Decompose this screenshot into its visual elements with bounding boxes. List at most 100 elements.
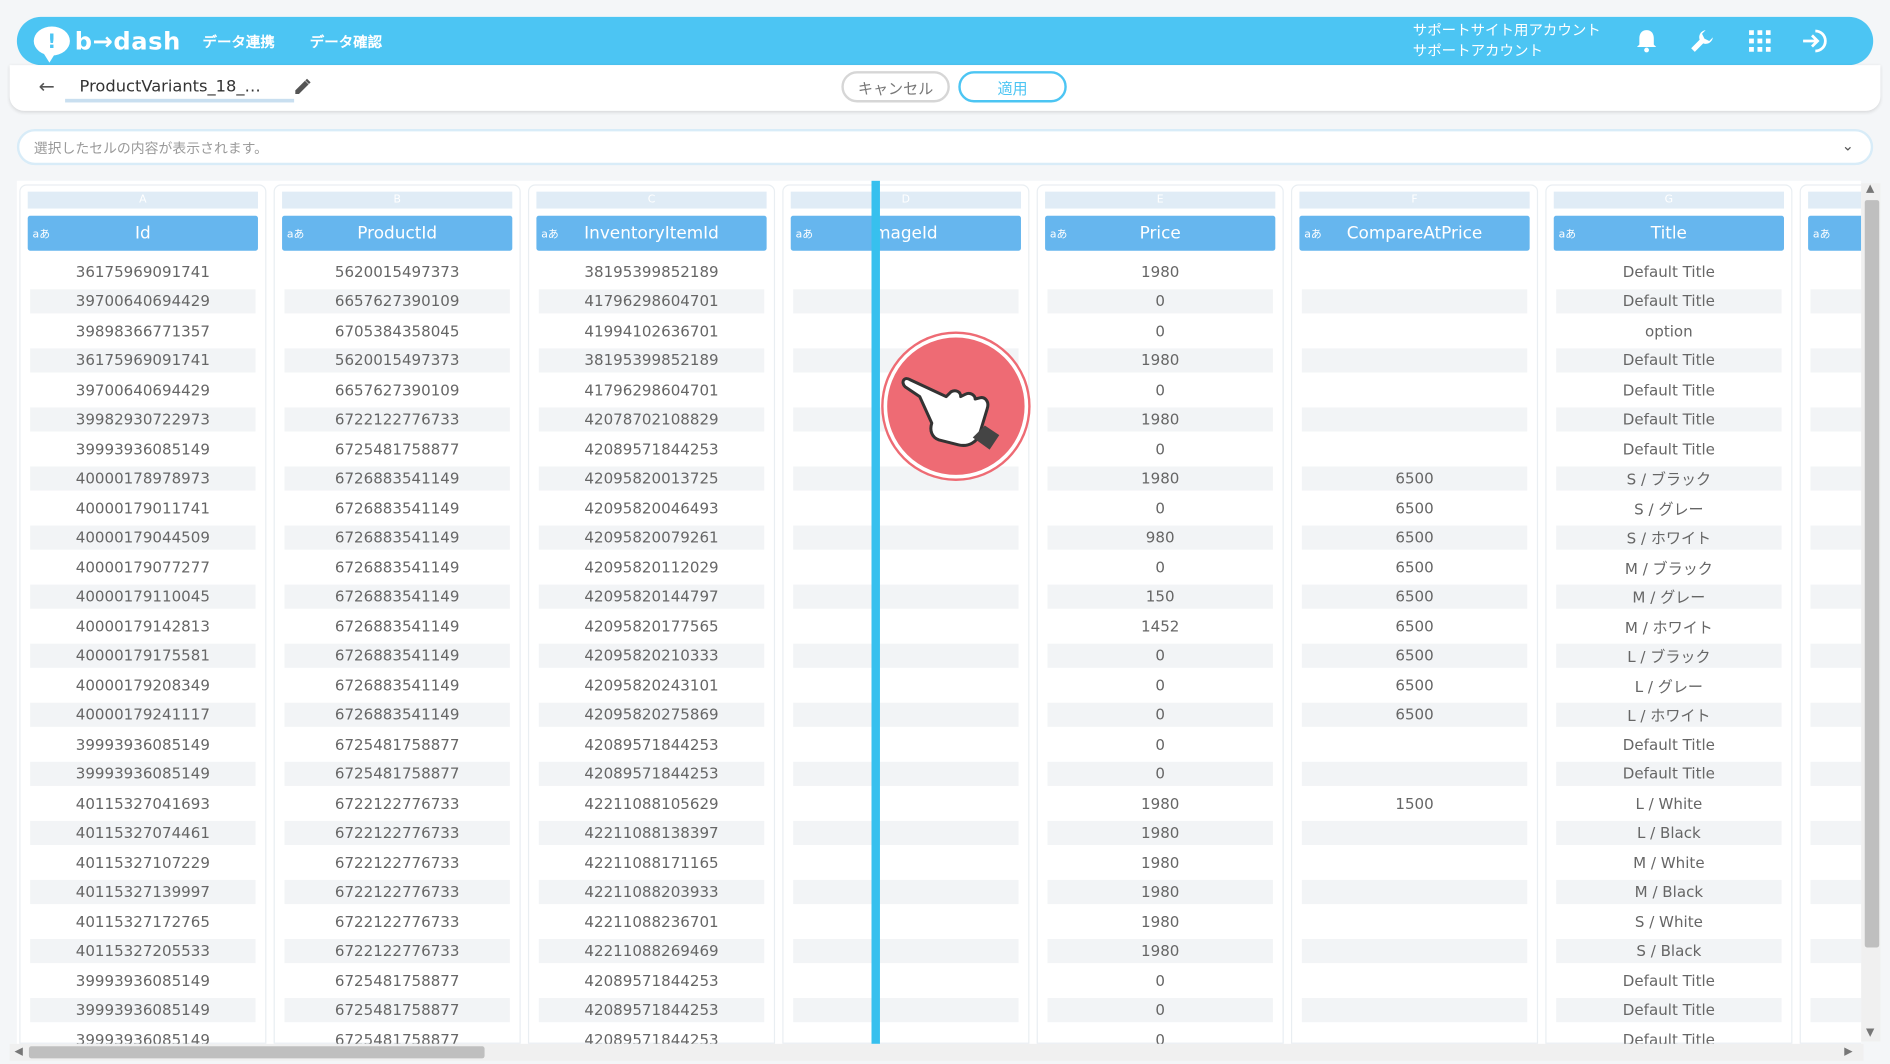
grid-cell[interactable]: 6500: [1302, 495, 1527, 519]
logout-icon[interactable]: [1801, 27, 1830, 56]
grid-cell[interactable]: 6722122776733: [284, 879, 510, 904]
pencil-edit-icon[interactable]: [294, 77, 311, 100]
grid-cell[interactable]: 5620015497373: [284, 259, 509, 283]
grid-cell[interactable]: 6500: [1301, 524, 1528, 550]
cell-content-bar[interactable]: 選択したセルの内容が表示されます。 ⌄: [16, 128, 1874, 166]
grid-cell[interactable]: 6725481758877: [284, 436, 509, 460]
grid-cell[interactable]: 6726883541149: [284, 584, 510, 609]
grid-cell[interactable]: 38195399852189: [538, 347, 765, 372]
column-header[interactable]: aあ: [1808, 215, 1862, 251]
grid-cell[interactable]: 1980: [1047, 820, 1273, 845]
grid-cell[interactable]: Default Title: [1556, 259, 1781, 283]
grid-cell[interactable]: [1810, 524, 1862, 550]
grid-cell[interactable]: [793, 968, 1018, 992]
grid-cell[interactable]: 38195399852189: [539, 259, 764, 283]
grid-cell[interactable]: [793, 1027, 1018, 1044]
grid-cell[interactable]: 0: [1047, 288, 1273, 313]
grid-cell[interactable]: [1302, 1027, 1527, 1044]
grid-cell[interactable]: 42211088236701: [539, 909, 764, 933]
grid-cell[interactable]: 39700640694429: [30, 377, 255, 401]
grid-cell[interactable]: 6500: [1302, 673, 1527, 697]
grid-cell[interactable]: 42089571844253: [539, 436, 764, 460]
column-header[interactable]: aあ ProductId: [282, 215, 513, 251]
grid-cell[interactable]: S / White: [1556, 909, 1781, 933]
grid-cell[interactable]: 42095820144797: [538, 584, 765, 609]
grid-cell[interactable]: 0: [1047, 761, 1273, 786]
grid-cell[interactable]: L / White: [1556, 791, 1781, 815]
grid-cell[interactable]: [1810, 702, 1862, 727]
grid-cell[interactable]: M / ホワイト: [1556, 614, 1781, 638]
grid-cell[interactable]: 40000179175581: [30, 643, 256, 668]
grid-cell[interactable]: 6725481758877: [284, 1027, 509, 1044]
grid-cell[interactable]: 6500: [1302, 554, 1527, 578]
grid-cell[interactable]: 1980: [1047, 347, 1273, 372]
grid-cell[interactable]: 40000179077277: [30, 554, 255, 578]
grid-cell[interactable]: 6500: [1301, 465, 1528, 490]
grid-cell[interactable]: 6500: [1302, 614, 1527, 638]
grid-cell[interactable]: 0: [1047, 702, 1273, 727]
grid-cell[interactable]: 42078702108829: [538, 406, 765, 431]
grid-cell[interactable]: [793, 879, 1019, 904]
grid-cell[interactable]: S / グレー: [1556, 495, 1781, 519]
grid-cell[interactable]: 5620015497373: [284, 347, 510, 372]
grid-cell[interactable]: 41994102636701: [539, 318, 764, 342]
grid-cell[interactable]: [1811, 673, 1862, 697]
scroll-left-arrow-icon[interactable]: ◀: [14, 1046, 22, 1058]
column-letter[interactable]: A: [27, 191, 258, 209]
grid-cell[interactable]: 39993936085149: [30, 968, 255, 992]
grid-cell[interactable]: [1811, 732, 1862, 756]
grid-cell[interactable]: [1302, 318, 1527, 342]
grid-cell[interactable]: [1301, 347, 1528, 372]
grid-cell[interactable]: 39993936085149: [30, 997, 256, 1022]
grid-cell[interactable]: 42089571844253: [538, 997, 765, 1022]
grid-cell[interactable]: 42095820013725: [538, 465, 765, 490]
grid-cell[interactable]: S / ホワイト: [1556, 524, 1782, 550]
column-header[interactable]: aあ Id: [27, 215, 258, 251]
grid-cell[interactable]: Default Title: [1556, 377, 1781, 401]
grid-cell[interactable]: 150: [1047, 584, 1273, 609]
grid-cell[interactable]: Default Title: [1556, 732, 1781, 756]
grid-cell[interactable]: [1301, 761, 1528, 786]
grid-cell[interactable]: 1452: [1047, 614, 1272, 638]
grid-cell[interactable]: [1301, 938, 1528, 963]
scroll-right-arrow-icon[interactable]: ▶: [1844, 1046, 1852, 1058]
grid-cell[interactable]: 1980: [1047, 850, 1272, 874]
grid-cell[interactable]: Default Title: [1556, 997, 1782, 1022]
grid-cell[interactable]: 6726883541149: [284, 465, 510, 490]
column-letter[interactable]: C: [536, 191, 767, 209]
grid-cell[interactable]: [1301, 288, 1528, 313]
scroll-down-arrow-icon[interactable]: ▼: [1866, 1027, 1874, 1039]
grid-cell[interactable]: 6705384358045: [284, 318, 509, 342]
grid-cell[interactable]: [793, 495, 1018, 519]
grid-cell[interactable]: [1810, 938, 1862, 963]
grid-cell[interactable]: 36175969091741: [30, 347, 256, 372]
grid-cell[interactable]: 39993936085149: [30, 1027, 255, 1044]
grid-cell[interactable]: 1980: [1047, 909, 1272, 933]
grid-cell[interactable]: 42211088138397: [538, 820, 765, 845]
grid-cell[interactable]: 6722122776733: [284, 938, 510, 963]
grid-cell[interactable]: [1811, 791, 1862, 815]
grid-cell[interactable]: 1980: [1047, 406, 1273, 431]
grid-cell[interactable]: M / ブラック: [1556, 554, 1781, 578]
grid-cell[interactable]: Default Title: [1556, 406, 1782, 431]
grid-cell[interactable]: Default Title: [1556, 347, 1782, 372]
grid-cell[interactable]: 6500: [1301, 643, 1528, 668]
grid-cell[interactable]: 980: [1047, 524, 1273, 550]
grid-cell[interactable]: 42211088203933: [538, 879, 765, 904]
grid-cell[interactable]: 6725481758877: [284, 761, 510, 786]
grid-cell[interactable]: 39993936085149: [30, 436, 255, 460]
grid-cell[interactable]: [1810, 347, 1862, 372]
grid-cell[interactable]: 0: [1047, 997, 1273, 1022]
grid-cell[interactable]: 39898366771357: [30, 318, 255, 342]
grid-cell[interactable]: [1810, 879, 1862, 904]
grid-cell[interactable]: [793, 554, 1018, 578]
grid-cell[interactable]: 42089571844253: [539, 968, 764, 992]
grid-cell[interactable]: [1301, 997, 1528, 1022]
grid-cell[interactable]: 42095820177565: [539, 614, 764, 638]
grid-cell[interactable]: 40000179208349: [30, 673, 255, 697]
column-header[interactable]: aあ InventoryItemId: [536, 215, 767, 251]
grid-cell[interactable]: [1810, 288, 1862, 313]
apply-button[interactable]: 適用: [958, 71, 1067, 103]
grid-cell[interactable]: 42089571844253: [539, 1027, 764, 1044]
grid-cell[interactable]: [1810, 406, 1862, 431]
